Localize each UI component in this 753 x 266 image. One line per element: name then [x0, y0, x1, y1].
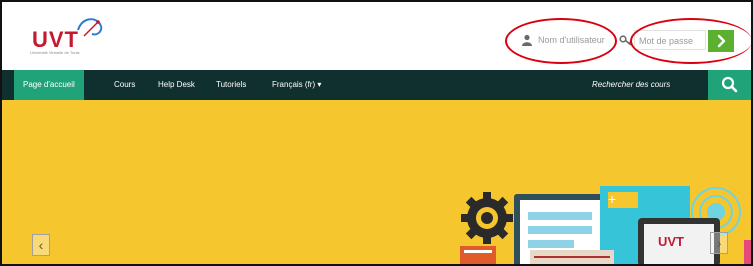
user-icon [522, 34, 532, 46]
uvt-logo[interactable]: UVT Université Virtuelle de Tunis [28, 14, 108, 55]
logo-tagline: Université Virtuelle de Tunis [30, 50, 80, 55]
nav-item-courses[interactable]: Cours [114, 70, 135, 100]
nav-item-help-desk[interactable]: Help Desk [158, 70, 195, 100]
language-dropdown[interactable]: Français (fr) ▾ [272, 70, 321, 100]
search-icon [721, 76, 738, 93]
course-search-input[interactable]: Rechercher des cours [592, 70, 670, 100]
slider-prev-button[interactable]: ‹ [32, 234, 50, 256]
chevron-right-icon [717, 34, 726, 48]
password-field[interactable]: Mot de passe [634, 30, 706, 50]
nav-item-tutorials[interactable]: Tutoriels [216, 70, 246, 100]
page-frame: UVT Université Virtuelle de Tunis Nom d'… [0, 0, 753, 266]
site-header: UVT Université Virtuelle de Tunis Nom d'… [2, 2, 751, 68]
hero-slider: + UVT ‹ › [2, 100, 751, 264]
main-navbar: Page d'accueil Cours Help Desk Tutoriels… [2, 70, 751, 100]
username-field[interactable]: Nom d'utilisateur [538, 30, 608, 50]
slider-next-button[interactable]: › [710, 232, 728, 254]
login-submit-button[interactable] [708, 30, 734, 52]
nav-item-home[interactable]: Page d'accueil [14, 70, 84, 100]
hero-illustration: + UVT [460, 186, 751, 264]
gear-icon [461, 192, 513, 244]
svg-text:+: + [608, 191, 616, 207]
search-button[interactable] [708, 70, 751, 100]
key-icon [619, 35, 632, 46]
illustration-logo: UVT [658, 234, 684, 249]
